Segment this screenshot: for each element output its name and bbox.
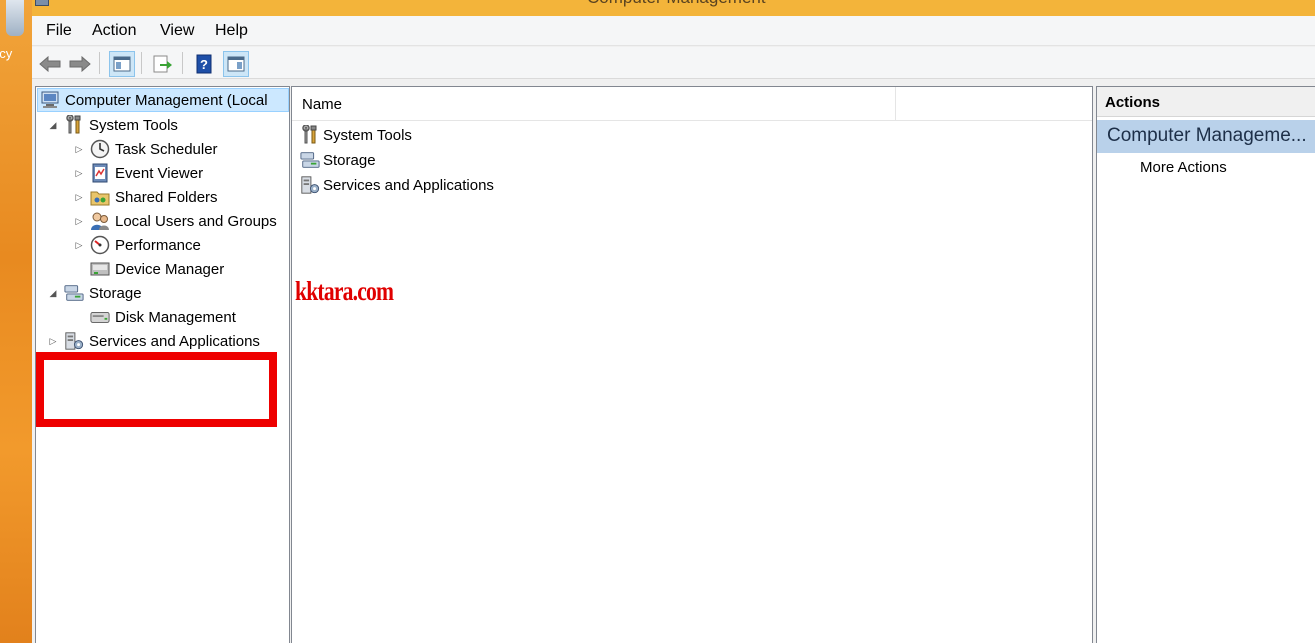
tree-item-label: Performance [115, 236, 201, 254]
actions-group-label: Computer Manageme... [1107, 125, 1307, 146]
tree-item-event-viewer[interactable]: ▷ Event Viewer [72, 161, 203, 185]
column-divider[interactable] [895, 87, 896, 121]
show-hide-action-pane-icon[interactable] [223, 51, 249, 77]
menu-view[interactable]: View [160, 22, 194, 40]
tree-item-computer-management[interactable]: Computer Management (Local [37, 88, 289, 112]
expand-arrow-icon[interactable]: ▷ [72, 240, 86, 251]
list-item-system-tools[interactable]: System Tools [300, 123, 412, 147]
actions-title: Actions [1105, 94, 1161, 111]
collapse-arrow-icon[interactable]: ◢ [46, 288, 60, 299]
title-bar[interactable]: Computer Management [32, 0, 1315, 16]
collapse-arrow-icon[interactable]: ◢ [46, 120, 60, 131]
computer-management-icon [40, 90, 60, 110]
actions-pane: Actions Computer Manageme... More Action… [1096, 86, 1315, 643]
menu-bar: File Action View Help [32, 16, 1315, 46]
app-icon [35, 0, 49, 6]
list-item-storage[interactable]: Storage [300, 148, 376, 172]
forward-arrow-icon[interactable] [67, 51, 93, 77]
tree-item-services-and-applications[interactable]: ▷ Services and Applications [46, 329, 260, 353]
tree-item-disk-management[interactable]: Disk Management [72, 305, 236, 329]
tree-item-label: Storage [89, 284, 142, 302]
tree-item-task-scheduler[interactable]: ▷ Task Scheduler [72, 137, 218, 161]
tree-item-label: Task Scheduler [115, 140, 218, 158]
services-icon [64, 331, 84, 351]
tree-item-label: Event Viewer [115, 164, 204, 182]
shared-folder-icon [90, 187, 110, 207]
list-item-label: Storage [323, 151, 376, 169]
expand-arrow-icon[interactable]: ▷ [72, 192, 86, 203]
menu-help[interactable]: Help [215, 22, 248, 40]
show-hide-console-tree-icon[interactable] [109, 51, 135, 77]
tree-item-shared-folders[interactable]: ▷ Shared Folders [72, 185, 218, 209]
menu-file[interactable]: File [46, 22, 72, 40]
tree-item-storage[interactable]: ◢ Storage [46, 281, 142, 305]
toolbar: ? [32, 47, 1315, 79]
performance-icon [90, 235, 110, 255]
computer-management-window: Computer Management File Action View Hel… [32, 0, 1315, 643]
clock-icon [90, 139, 110, 159]
tree-item-system-tools[interactable]: ◢ System Tools [46, 113, 178, 137]
tree-item-label: System Tools [89, 116, 178, 134]
help-icon[interactable]: ? [191, 51, 217, 77]
tree-item-device-manager[interactable]: Device Manager [72, 257, 224, 281]
more-actions-link[interactable]: More Actions [1140, 159, 1227, 176]
disk-icon [90, 307, 110, 327]
expand-arrow-icon[interactable]: ▷ [72, 216, 86, 227]
watermark-text: kktara.com [295, 276, 394, 306]
storage-icon [300, 150, 320, 170]
expand-arrow-icon[interactable]: ▷ [72, 144, 86, 155]
tree-item-label: Shared Folders [115, 188, 218, 206]
services-icon [300, 175, 320, 195]
actions-group-computer-management[interactable]: Computer Manageme... [1097, 120, 1315, 153]
tree-item-label: Computer Management (Local [65, 91, 268, 109]
export-list-icon[interactable] [150, 51, 176, 77]
tools-icon [300, 125, 320, 145]
recycle-bin-icon[interactable] [6, 0, 24, 36]
tree-item-label: Device Manager [115, 260, 225, 278]
tree-item-label: Local Users and Groups [115, 212, 277, 230]
console-tree-pane: Computer Management (Local ◢ System Tool… [35, 86, 290, 643]
tools-icon [64, 115, 84, 135]
toolbar-separator [141, 52, 142, 74]
column-header-name[interactable]: Name [302, 96, 342, 113]
results-pane: Name System Tools Storage Services and A… [291, 86, 1093, 643]
red-highlight-box [36, 352, 277, 427]
users-icon [90, 211, 110, 231]
tree-item-label: Services and Applications [89, 332, 260, 350]
toolbar-separator [99, 52, 100, 74]
svg-text:?: ? [200, 57, 208, 72]
menu-action[interactable]: Action [92, 22, 136, 40]
list-item-services-and-applications[interactable]: Services and Applications [300, 173, 494, 197]
back-arrow-icon[interactable] [37, 51, 63, 77]
expand-arrow-icon[interactable]: ▷ [46, 336, 60, 347]
list-item-label: System Tools [323, 126, 412, 144]
column-header-row: Name [292, 87, 1092, 121]
desktop-icon-label: ecy [0, 46, 13, 61]
device-manager-icon [90, 259, 110, 279]
toolbar-separator [182, 52, 183, 74]
actions-header: Actions [1097, 87, 1315, 117]
tree-item-performance[interactable]: ▷ Performance [72, 233, 201, 257]
window-title: Computer Management [587, 0, 766, 8]
tree-item-label: Disk Management [115, 308, 236, 326]
desktop-background: ecy [0, 0, 32, 643]
event-viewer-icon [90, 163, 110, 183]
expand-arrow-icon[interactable]: ▷ [72, 168, 86, 179]
storage-icon [64, 283, 84, 303]
list-item-label: Services and Applications [323, 176, 494, 194]
tree-item-local-users-and-groups[interactable]: ▷ Local Users and Groups [72, 209, 277, 233]
